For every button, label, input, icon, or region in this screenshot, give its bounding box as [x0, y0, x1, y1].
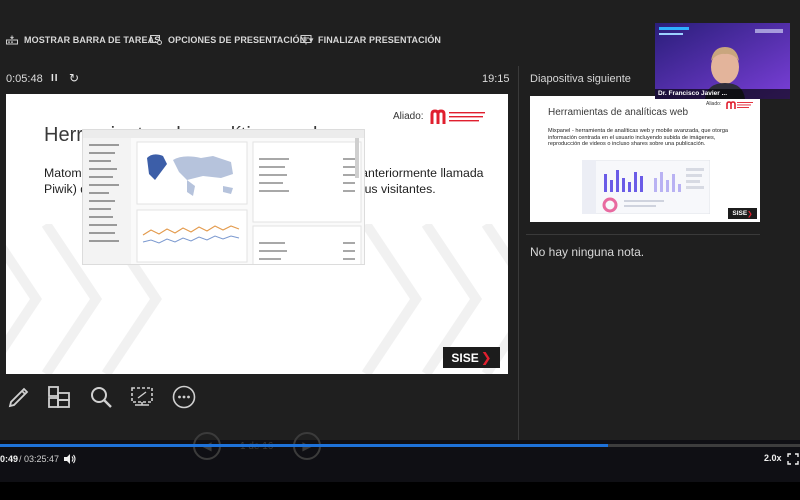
show-taskbar-label: MOSTRAR BARRA DE TAREAS — [24, 35, 161, 45]
show-taskbar-button[interactable]: MOSTRAR BARRA DE TAREAS — [6, 33, 160, 47]
video-progress-bar[interactable] — [0, 444, 800, 447]
current-clock: 19:15 — [482, 73, 510, 85]
next-slide-preview[interactable]: Aliado: Herramientas de analíticas web M… — [530, 96, 760, 222]
next-sise-text: SISE — [732, 210, 748, 217]
next-slide-body: Mixpanel - herramienta de analíticas web… — [548, 128, 729, 148]
end-presentation-icon — [300, 35, 312, 45]
webcam-feed: Dr. Francisco Javier ... — [655, 23, 790, 99]
next-aliado-label: Aliado: — [706, 101, 722, 107]
volume-icon[interactable] — [63, 453, 77, 465]
presentation-options-button[interactable]: OPCIONES DE PRESENTACIÓN ▾ — [150, 33, 313, 47]
video-progress-fill — [0, 444, 608, 447]
next-spm-logo — [726, 101, 753, 109]
more-icon[interactable] — [171, 384, 197, 410]
sise-logo-text: SISE — [451, 350, 479, 365]
slides-grid-icon[interactable] — [46, 384, 72, 410]
top-bar — [0, 0, 800, 22]
presenter-name: Dr. Francisco Javier ... — [655, 89, 790, 99]
presenter-video — [655, 23, 790, 99]
video-current-time: 0:49 — [0, 454, 19, 464]
spm-logo — [430, 109, 485, 124]
video-total-time: / 03:25:47 — [19, 454, 60, 464]
next-sise-arrow-icon: ❯ — [747, 210, 753, 218]
zoom-icon[interactable] — [88, 384, 114, 410]
aliado-label: Aliado: — [393, 111, 424, 122]
bottom-strip — [0, 482, 800, 500]
pen-icon[interactable] — [6, 384, 32, 410]
next-sise-logo: SISE ❯ — [728, 208, 757, 219]
options-icon — [150, 35, 162, 45]
playback-speed[interactable]: 2.0x — [764, 453, 782, 463]
taskbar-icon — [6, 35, 18, 45]
next-slide-title: Herramientas de analíticas web — [548, 107, 689, 118]
screen-icon[interactable] — [129, 384, 155, 410]
elapsed-timer: 0:05:48 — [6, 73, 43, 85]
sise-arrow-icon: ❯ — [480, 349, 492, 365]
mixpanel-dashboard-screenshot — [582, 160, 710, 214]
fullscreen-icon[interactable] — [787, 453, 799, 465]
panel-divider — [518, 66, 519, 440]
next-slide-label: Diapositiva siguiente — [530, 73, 631, 85]
end-presentation-label: FINALIZAR PRESENTACIÓN — [318, 35, 442, 45]
reset-timer-button[interactable]: ↻ — [69, 71, 79, 85]
matomo-dashboard-screenshot — [82, 129, 365, 265]
speaker-notes: No hay ninguna nota. — [530, 245, 645, 259]
notes-divider — [526, 234, 760, 235]
sise-logo: SISE ❯ — [443, 347, 500, 368]
pause-timer-button[interactable]: II — [51, 73, 59, 84]
end-presentation-button[interactable]: FINALIZAR PRESENTACIÓN — [300, 33, 441, 47]
presentation-options-label: OPCIONES DE PRESENTACIÓN ▾ — [168, 34, 314, 45]
